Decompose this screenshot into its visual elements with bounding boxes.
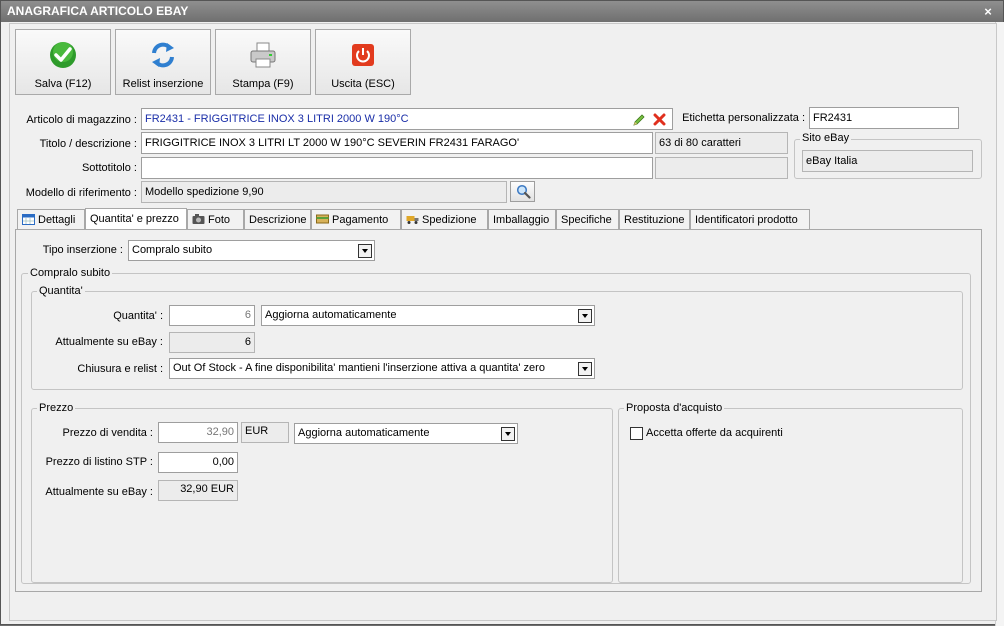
price-group-title: Prezzo [37, 402, 76, 414]
model-label: Modello di riferimento : [25, 187, 137, 199]
tab-returns-label: Restituzione [624, 214, 685, 226]
payment-icon [316, 214, 329, 224]
tab-payment-label: Pagamento [332, 214, 389, 226]
close-relist-label: Chiusura e relist : [77, 363, 163, 375]
subtitle-field[interactable] [141, 157, 653, 179]
quantity-mode-select[interactable]: Aggiorna automaticamente [261, 305, 595, 326]
tab-quantity-price-label: Quantita' e prezzo [90, 213, 179, 225]
tab-payment[interactable]: Pagamento [311, 209, 401, 230]
tab-photos-label: Foto [208, 214, 231, 226]
printer-icon [250, 42, 276, 68]
tab-packaging[interactable]: Imballaggio [488, 209, 556, 230]
close-icon[interactable]: × [981, 1, 995, 22]
sale-price-label: Prezzo di vendita : [62, 427, 154, 439]
camera-icon [192, 214, 205, 224]
tab-details[interactable]: Dettagli [17, 209, 85, 230]
checkmark-icon [50, 42, 76, 68]
tab-product-identifiers-label: Identificatori prodotto [695, 214, 798, 226]
title-field[interactable]: FRIGGITRICE INOX 3 LITRI LT 2000 W 190°C… [141, 132, 653, 154]
site-group-title: Sito eBay [800, 132, 852, 144]
price-mode-value: Aggiorna automaticamente [298, 427, 430, 439]
insertion-type-select[interactable]: Compralo subito [128, 240, 375, 261]
offer-group-title: Proposta d'acquisto [624, 402, 725, 414]
relist-button-label: Relist inserzione [122, 78, 204, 90]
truck-icon [406, 216, 419, 224]
chevron-down-icon[interactable] [578, 309, 592, 323]
calendar-icon [22, 214, 35, 225]
tab-shipping[interactable]: Spedizione [401, 209, 488, 230]
chevron-down-icon[interactable] [578, 362, 592, 376]
tab-description[interactable]: Descrizione [244, 209, 311, 230]
relist-button[interactable]: Relist inserzione [115, 29, 211, 95]
compralo-group-title: Compralo subito [28, 267, 113, 279]
article-field[interactable]: FR2431 - FRIGGITRICE INOX 3 LITRI 2000 W… [141, 108, 673, 130]
tab-specifics-label: Specifiche [561, 214, 612, 226]
subtitle-char-count [655, 157, 788, 179]
accept-offers-checkbox[interactable] [630, 427, 643, 440]
tab-packaging-label: Imballaggio [493, 214, 550, 226]
chevron-down-icon[interactable] [358, 244, 372, 258]
model-field[interactable]: Modello spedizione 9,90 [141, 181, 507, 203]
tab-shipping-label: Spedizione [422, 214, 477, 226]
sale-price-field[interactable]: 32,90 [158, 422, 238, 443]
tab-details-label: Dettagli [38, 214, 76, 226]
power-icon [352, 44, 374, 66]
list-price-field[interactable]: 0,00 [158, 452, 238, 473]
subtitle-label: Sottotitolo : [81, 162, 137, 174]
tab-product-identifiers[interactable]: Identificatori prodotto [690, 209, 810, 230]
title-label: Titolo / descrizione : [39, 138, 137, 150]
list-price-label: Prezzo di listino STP : [45, 456, 153, 468]
quantity-label: Quantita' : [113, 310, 163, 322]
tab-returns[interactable]: Restituzione [619, 209, 690, 230]
tab-photos[interactable]: Foto [187, 209, 244, 230]
article-value: FR2431 - FRIGGITRICE INOX 3 LITRI 2000 W… [145, 113, 409, 125]
save-button-label: Salva (F12) [34, 78, 92, 90]
print-button[interactable]: Stampa (F9) [215, 29, 311, 95]
custom-label-field[interactable]: FR2431 [809, 107, 959, 129]
pencil-icon[interactable] [632, 113, 646, 127]
close-relist-value: Out Of Stock - A fine disponibilita' man… [173, 362, 545, 374]
price-current-label: Attualmente su eBay : [45, 486, 153, 498]
exit-button[interactable]: Uscita (ESC) [315, 29, 411, 95]
insertion-type-value: Compralo subito [132, 244, 213, 256]
insertion-type-label: Tipo inserzione : [42, 244, 123, 256]
price-mode-select[interactable]: Aggiorna automaticamente [294, 423, 518, 444]
print-button-label: Stampa (F9) [232, 78, 294, 90]
magnifier-icon [516, 184, 531, 199]
quantity-field[interactable]: 6 [169, 305, 255, 326]
article-label: Articolo di magazzino : [26, 114, 137, 126]
window-titlebar: ANAGRAFICA ARTICOLO EBAY [1, 1, 1003, 22]
tab-description-label: Descrizione [249, 214, 307, 226]
char-count: 63 di 80 caratteri [655, 132, 788, 154]
quantity-group-title: Quantita' [37, 285, 85, 297]
model-search-button[interactable] [510, 181, 535, 202]
exit-button-label: Uscita (ESC) [331, 78, 395, 90]
currency-field: EUR [241, 422, 289, 443]
chevron-down-icon[interactable] [501, 427, 515, 441]
quantity-mode-value: Aggiorna automaticamente [265, 309, 397, 321]
tab-specifics[interactable]: Specifiche [556, 209, 619, 230]
price-current-value: 32,90 EUR [158, 480, 238, 501]
tab-quantity-price[interactable]: Quantita' e prezzo [85, 208, 187, 231]
delete-icon[interactable] [653, 113, 666, 126]
close-relist-select[interactable]: Out Of Stock - A fine disponibilita' man… [169, 358, 595, 379]
site-field: eBay Italia [802, 150, 973, 172]
refresh-icon [152, 42, 174, 68]
window-title: ANAGRAFICA ARTICOLO EBAY [7, 4, 189, 18]
article-window: ANAGRAFICA ARTICOLO EBAY × Salva (F12) R… [0, 0, 1004, 626]
save-button[interactable]: Salva (F12) [15, 29, 111, 95]
quantity-current-value: 6 [169, 332, 255, 353]
quantity-current-label: Attualmente su eBay : [55, 336, 163, 348]
custom-label-label: Etichetta personalizzata : [682, 112, 805, 124]
accept-offers-label[interactable]: Accetta offerte da acquirenti [646, 427, 783, 439]
